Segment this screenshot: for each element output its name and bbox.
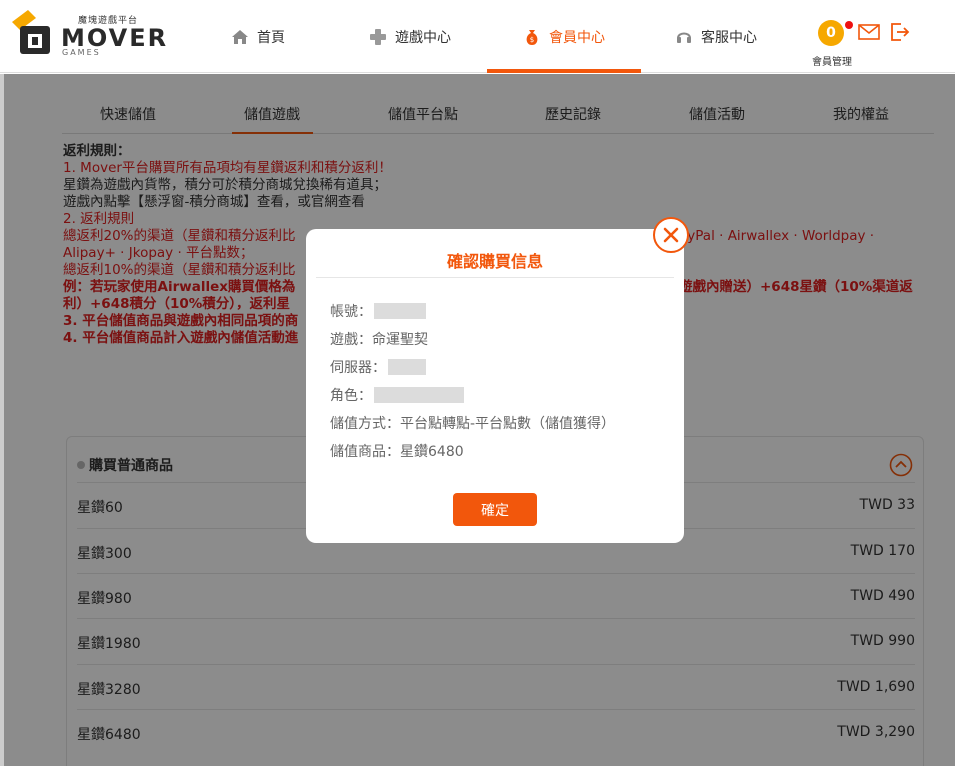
game-label: 遊戲：	[330, 332, 372, 348]
nav-home-label: 首頁	[257, 29, 285, 46]
field-method: 儲值方式： 平台點轉點-平台點數（儲值獲得）	[330, 413, 615, 433]
field-game: 遊戲： 命運聖契	[330, 329, 428, 349]
method-label: 儲值方式：	[330, 416, 400, 432]
confirm-purchase-dialog: 確認購買信息 帳號： 遊戲： 命運聖契 伺服器： 角色： 儲值方式： 平台點轉點…	[306, 229, 684, 543]
left-edge	[0, 74, 4, 766]
game-value: 命運聖契	[372, 332, 428, 348]
nav-active-underline	[487, 69, 641, 73]
nav-support[interactable]: 客服中心	[675, 0, 757, 73]
headset-icon	[677, 32, 691, 43]
field-role: 角色：	[330, 385, 464, 405]
logout-icon[interactable]	[890, 22, 910, 42]
logo-mark-icon	[12, 10, 50, 54]
role-masked-value	[374, 387, 464, 403]
notification-dot	[845, 21, 853, 29]
account-masked-value	[374, 303, 426, 319]
nav-game-center-label: 遊戲中心	[395, 29, 451, 46]
dialog-title: 確認購買信息	[446, 252, 543, 271]
role-label: 角色：	[330, 388, 372, 404]
close-icon	[663, 227, 679, 243]
svg-text:$: $	[530, 36, 534, 44]
home-icon	[232, 29, 248, 44]
field-account: 帳號：	[330, 301, 426, 321]
mail-icon[interactable]	[858, 24, 880, 40]
logo-subtitle: GAMES	[62, 48, 101, 57]
member-coin-icon[interactable]: 0	[818, 20, 844, 46]
server-masked-value	[388, 359, 426, 375]
account-label: 帳號：	[330, 304, 372, 320]
confirm-button[interactable]: 確定	[453, 493, 537, 526]
field-product: 儲值商品： 星鑽6480	[330, 441, 464, 461]
product-value: 星鑽6480	[400, 444, 464, 460]
mover-logo[interactable]: 魔塊遊戲平台 MOVER GAMES	[6, 8, 166, 58]
top-header: 魔塊遊戲平台 MOVER GAMES 首頁 遊戲中心 $ 會員中心 客服中心 0…	[0, 0, 955, 73]
close-dialog-button[interactable]	[653, 217, 689, 253]
gamepad-icon	[370, 28, 386, 45]
field-server: 伺服器：	[330, 357, 426, 377]
member-manage-label[interactable]: 會員管理	[812, 53, 852, 68]
product-label: 儲值商品：	[330, 444, 400, 460]
nav-game-center[interactable]: 遊戲中心	[369, 0, 451, 73]
dialog-divider	[316, 277, 674, 278]
nav-member-center[interactable]: $ 會員中心	[523, 0, 605, 73]
nav-home[interactable]: 首頁	[231, 0, 285, 73]
server-label: 伺服器：	[330, 360, 386, 376]
moneybag-icon: $	[526, 29, 538, 45]
nav-member-center-label: 會員中心	[549, 29, 605, 46]
method-value: 平台點轉點-平台點數（儲值獲得）	[400, 416, 616, 432]
nav-support-label: 客服中心	[701, 29, 757, 46]
